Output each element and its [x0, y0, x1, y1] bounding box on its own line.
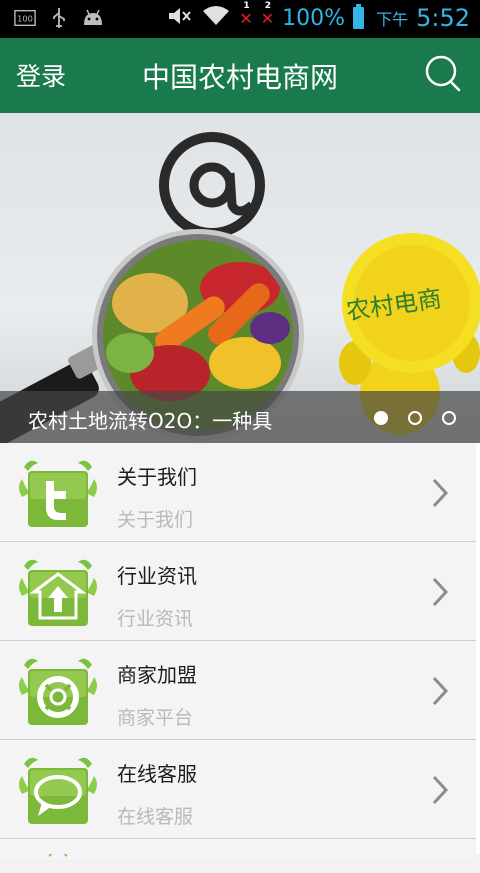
carousel-dot[interactable] — [374, 411, 388, 425]
mute-icon — [167, 5, 193, 31]
chat-bubble-icon — [19, 757, 97, 824]
svg-text:100: 100 — [17, 14, 33, 24]
leaf-icon — [48, 854, 68, 857]
search-icon — [425, 55, 461, 92]
chevron-right-icon — [432, 676, 449, 706]
list-item-title: 在线客服 — [117, 762, 197, 786]
list-item-subtitle: 在线客服 — [117, 806, 194, 828]
ampm-label: 下午 — [376, 10, 409, 29]
at-sign-graphic — [159, 132, 265, 238]
banner-caption-bar: 农村土地流转O2O：一种具 — [0, 391, 480, 443]
list-item-online-service[interactable]: 在线客服 在线客服 — [0, 740, 476, 839]
list-item-partial[interactable] — [0, 839, 476, 859]
banner-caption[interactable]: 农村土地流转O2O：一种具 — [28, 405, 272, 434]
list-item-subtitle: 关于我们 — [117, 509, 194, 531]
carousel-indicator — [374, 411, 456, 425]
sim1-no-signal-icon: 1 ✕ — [239, 0, 253, 28]
app-header: 登录 中国农村电商网 — [0, 38, 480, 113]
list-item-about-us[interactable]: 关于我们 关于我们 — [0, 443, 476, 542]
scroll-edge — [476, 443, 480, 854]
carousel-dot[interactable] — [408, 411, 422, 425]
search-button[interactable] — [424, 54, 464, 94]
chevron-right-icon — [432, 577, 449, 607]
list-item-title: 行业资讯 — [117, 564, 197, 588]
carousel-dot[interactable] — [442, 411, 456, 425]
page-title: 中国农村电商网 — [141, 61, 338, 94]
list-item-title: 商家加盟 — [117, 663, 197, 687]
list-item-merchant-join[interactable]: 商家加盟 商家平台 — [0, 641, 476, 740]
sim2-no-signal-icon: 2 ✕ — [260, 0, 275, 28]
home-upload-icon — [19, 559, 97, 626]
menu-list: 关于我们 关于我们 行业资讯 行业资讯 商家加盟 商家平台 在线客服 在线客服 — [0, 443, 476, 859]
status-bar: 100 1 ✕ 2 ✕ 100% 下午 5:52 — [0, 0, 480, 38]
wifi-icon — [201, 5, 231, 31]
lifebuoy-icon — [19, 658, 97, 725]
list-item-title: 关于我们 — [117, 465, 197, 489]
chevron-right-icon — [432, 478, 449, 508]
list-item-subtitle: 商家平台 — [117, 707, 194, 729]
battery-percent: 100% — [282, 5, 346, 31]
chevron-right-icon — [432, 775, 449, 805]
notification-count-icon: 100 — [14, 8, 36, 28]
clock: 5:52 — [416, 4, 470, 32]
battery-icon — [353, 4, 365, 29]
twitter-icon — [19, 460, 97, 527]
android-icon — [82, 8, 104, 28]
usb-icon — [48, 8, 70, 28]
banner-carousel[interactable]: 农村电商 农村土地流转O2O：一种具 — [0, 113, 480, 443]
list-item-industry-news[interactable]: 行业资讯 行业资讯 — [0, 542, 476, 641]
list-item-subtitle: 行业资讯 — [117, 608, 194, 630]
